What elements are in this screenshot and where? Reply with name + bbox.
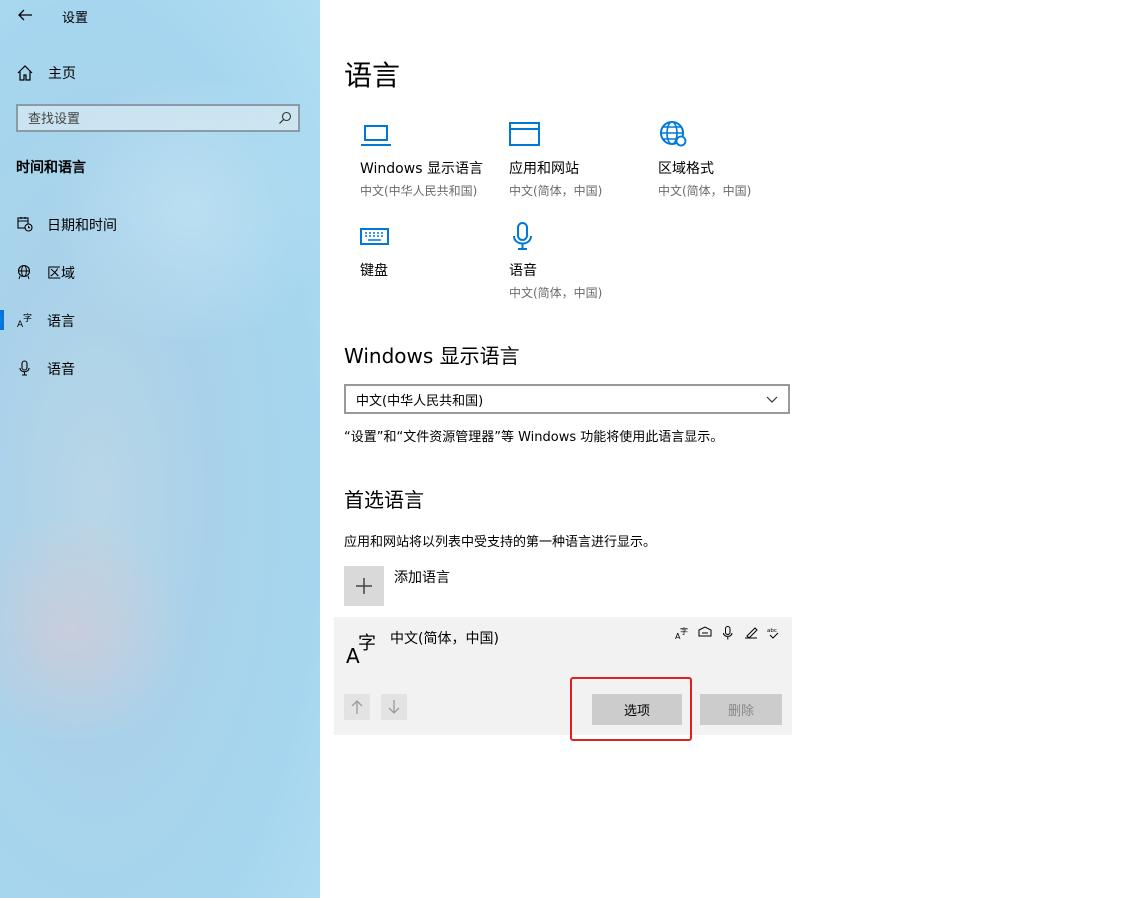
tile-regional-format[interactable]: 区域格式 中文(简体，中国) — [658, 120, 798, 199]
svg-text:abc: abc — [767, 628, 777, 634]
app-title: 设置 — [62, 11, 89, 26]
arrow-down-icon — [388, 700, 400, 714]
sidebar-item-label: 语音 — [47, 362, 75, 378]
tile-sub: 中文(简体，中国) — [658, 184, 752, 198]
tile-display-language[interactable]: Windows 显示语言 中文(中华人民共和国) — [360, 120, 500, 199]
microphone-icon — [19, 360, 30, 376]
microphone-icon — [513, 222, 532, 250]
sidebar-item-label: 语言 — [47, 314, 75, 330]
tile-sub: 中文(中华人民共和国) — [360, 184, 478, 198]
search-box[interactable] — [16, 104, 300, 132]
language-icon: A 字 — [346, 633, 376, 665]
search-icon[interactable] — [278, 111, 292, 125]
background-blur — [0, 520, 200, 740]
search-input[interactable] — [18, 106, 270, 132]
plus-icon — [356, 578, 372, 594]
globe-icon — [17, 264, 31, 280]
tile-sub: 中文(简体，中国) — [509, 184, 603, 198]
tile-name: 语音 — [509, 263, 537, 279]
sidebar: 设置 主页 时间和语言 日期和时间 区域 — [0, 0, 320, 898]
language-name: 中文(简体，中国) — [390, 631, 499, 647]
chevron-down-icon — [766, 396, 778, 403]
remove-button[interactable]: 删除 — [700, 694, 782, 725]
highlight-annotation — [570, 677, 692, 741]
move-up-button[interactable] — [344, 694, 370, 720]
handwriting-icon — [745, 627, 758, 639]
svg-text:字: 字 — [680, 626, 688, 636]
page-title: 语言 — [344, 59, 401, 92]
section-title: 时间和语言 — [16, 160, 86, 176]
back-arrow-icon[interactable] — [16, 6, 34, 24]
sidebar-item-language[interactable]: A 字 语言 — [0, 300, 320, 340]
language-icon: A 字 — [17, 312, 32, 328]
title-bar: 设置 — [0, 0, 320, 32]
laptop-icon — [361, 125, 391, 146]
tile-name: 区域格式 — [658, 161, 714, 177]
calendar-clock-icon — [17, 217, 33, 232]
sidebar-item-speech[interactable]: 语音 — [0, 348, 320, 388]
display-language-icon: A 字 — [675, 626, 688, 640]
sidebar-item-label: 日期和时间 — [47, 218, 117, 234]
preferred-languages-description: 应用和网站将以列表中受支持的第一种语言进行显示。 — [344, 535, 657, 550]
keyboard-icon — [360, 228, 389, 245]
display-language-note: “设置”和“文件资源管理器”等 Windows 功能将使用此语言显示。 — [344, 430, 724, 445]
add-language-label[interactable]: 添加语言 — [394, 567, 450, 587]
microphone-icon — [723, 626, 733, 640]
add-language-button[interactable] — [344, 566, 384, 606]
selection-indicator — [0, 310, 4, 330]
spellcheck-icon: abc — [767, 628, 779, 639]
svg-text:字: 字 — [358, 633, 376, 654]
move-down-button[interactable] — [381, 694, 407, 720]
sidebar-item-date-time[interactable]: 日期和时间 — [0, 204, 320, 244]
arrow-up-icon — [351, 700, 363, 714]
sidebar-item-label: 区域 — [47, 266, 75, 282]
browser-window-icon — [509, 122, 540, 146]
display-language-heading: Windows 显示语言 — [344, 344, 520, 368]
tile-name: 应用和网站 — [509, 161, 579, 177]
tile-apps-websites[interactable]: 应用和网站 中文(简体，中国) — [509, 120, 649, 199]
tile-name: Windows 显示语言 — [360, 161, 483, 177]
globe-settings-icon — [660, 121, 687, 147]
home-label: 主页 — [48, 66, 76, 82]
preferred-languages-heading: 首选语言 — [344, 488, 424, 512]
display-language-select[interactable]: 中文(中华人民共和国) — [344, 384, 790, 414]
tile-speech[interactable]: 语音 中文(简体，中国) — [509, 222, 649, 301]
tile-name: 键盘 — [360, 263, 388, 279]
main-content: 语言 Windows 显示语言 中文(中华人民共和国) 应用和网站 中文(简体，… — [320, 0, 1130, 898]
tile-sub: 中文(简体，中国) — [509, 286, 603, 300]
home-link[interactable]: 主页 — [16, 62, 76, 84]
sidebar-item-region[interactable]: 区域 — [0, 252, 320, 292]
select-value: 中文(中华人民共和国) — [356, 393, 484, 409]
svg-text:字: 字 — [23, 312, 32, 324]
tile-keyboard[interactable]: 键盘 — [360, 222, 500, 280]
language-list-item[interactable]: A 字 中文(简体，中国) A 字 abc 选项 删除 — [334, 617, 792, 735]
home-icon — [17, 65, 33, 81]
speech-bubble-icon — [698, 626, 712, 637]
